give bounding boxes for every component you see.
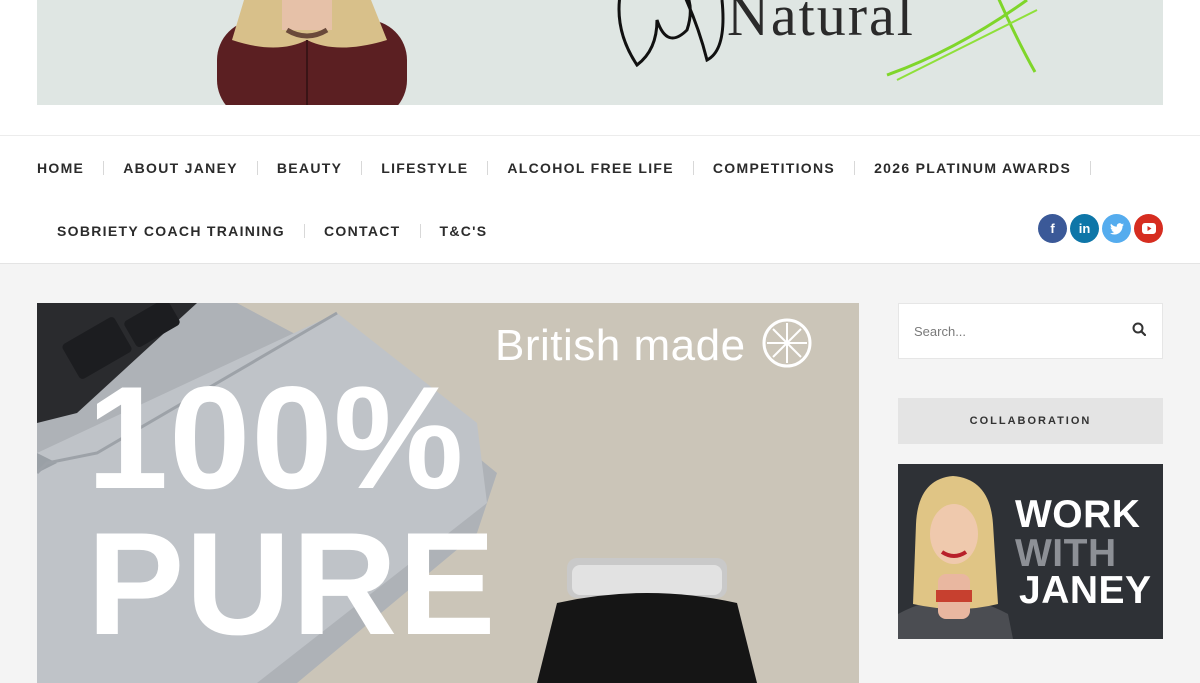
nav-item-alcohol-free-life[interactable]: ALCOHOL FREE LIFE	[507, 158, 674, 178]
featured-image[interactable]: British made 100% PURE	[37, 303, 859, 683]
nav-item-platinum-awards[interactable]: 2026 PLATINUM AWARDS	[874, 158, 1071, 178]
nav-divider	[1090, 161, 1092, 175]
nav-divider	[854, 161, 856, 175]
banner-green-stroke	[886, 0, 1038, 81]
nav-row-primary: HOME ABOUT JANEY BEAUTY LIFESTYLE ALCOHO…	[37, 158, 1110, 178]
search-input[interactable]	[914, 323, 1114, 339]
nav-item-competitions[interactable]: COMPETITIONS	[713, 158, 835, 178]
nav-divider	[487, 161, 489, 175]
nav-item-terms[interactable]: T&C'S	[440, 221, 488, 241]
site-header: Natural	[0, 0, 1200, 135]
search-box	[898, 303, 1163, 359]
collaboration-widget-title: COLLABORATION	[898, 398, 1163, 444]
nav-item-home[interactable]: HOME	[37, 158, 84, 178]
main-navigation: HOME ABOUT JANEY BEAUTY LIFESTYLE ALCOHO…	[0, 135, 1200, 264]
youtube-icon[interactable]	[1134, 214, 1163, 243]
header-banner[interactable]: Natural	[37, 0, 1163, 105]
nav-item-sobriety-coach-training[interactable]: SOBRIETY COACH TRAINING	[57, 221, 285, 241]
featured-image-tagline: British made	[495, 321, 746, 370]
nav-divider	[256, 161, 258, 175]
nav-item-contact[interactable]: CONTACT	[324, 221, 401, 241]
nav-item-beauty[interactable]: BEAUTY	[277, 158, 342, 178]
nav-item-about-janey[interactable]: ABOUT JANEY	[123, 158, 238, 178]
work-with-janey-banner[interactable]: WORK WITH JANEY	[898, 464, 1163, 639]
nav-divider	[103, 161, 105, 175]
nav-divider	[304, 224, 305, 238]
linkedin-icon[interactable]: in	[1070, 214, 1099, 243]
nav-divider	[361, 161, 363, 175]
twitter-icon[interactable]	[1102, 214, 1131, 243]
promo-line-work: WORK	[1015, 493, 1141, 536]
facebook-icon[interactable]: f	[1038, 214, 1067, 243]
nav-divider	[419, 224, 421, 238]
featured-image-headline: 100% PURE	[87, 356, 497, 665]
search-icon[interactable]	[1132, 322, 1147, 341]
promo-line-with: WITH	[1015, 532, 1117, 575]
promo-line-janey: JANEY	[1019, 569, 1152, 612]
social-links: f in	[1038, 214, 1163, 243]
nav-row-secondary: SOBRIETY COACH TRAINING CONTACT T&C'S	[57, 221, 487, 241]
nav-divider	[692, 161, 694, 175]
nav-item-lifestyle[interactable]: LIFESTYLE	[381, 158, 468, 178]
banner-portrait	[217, 0, 407, 105]
